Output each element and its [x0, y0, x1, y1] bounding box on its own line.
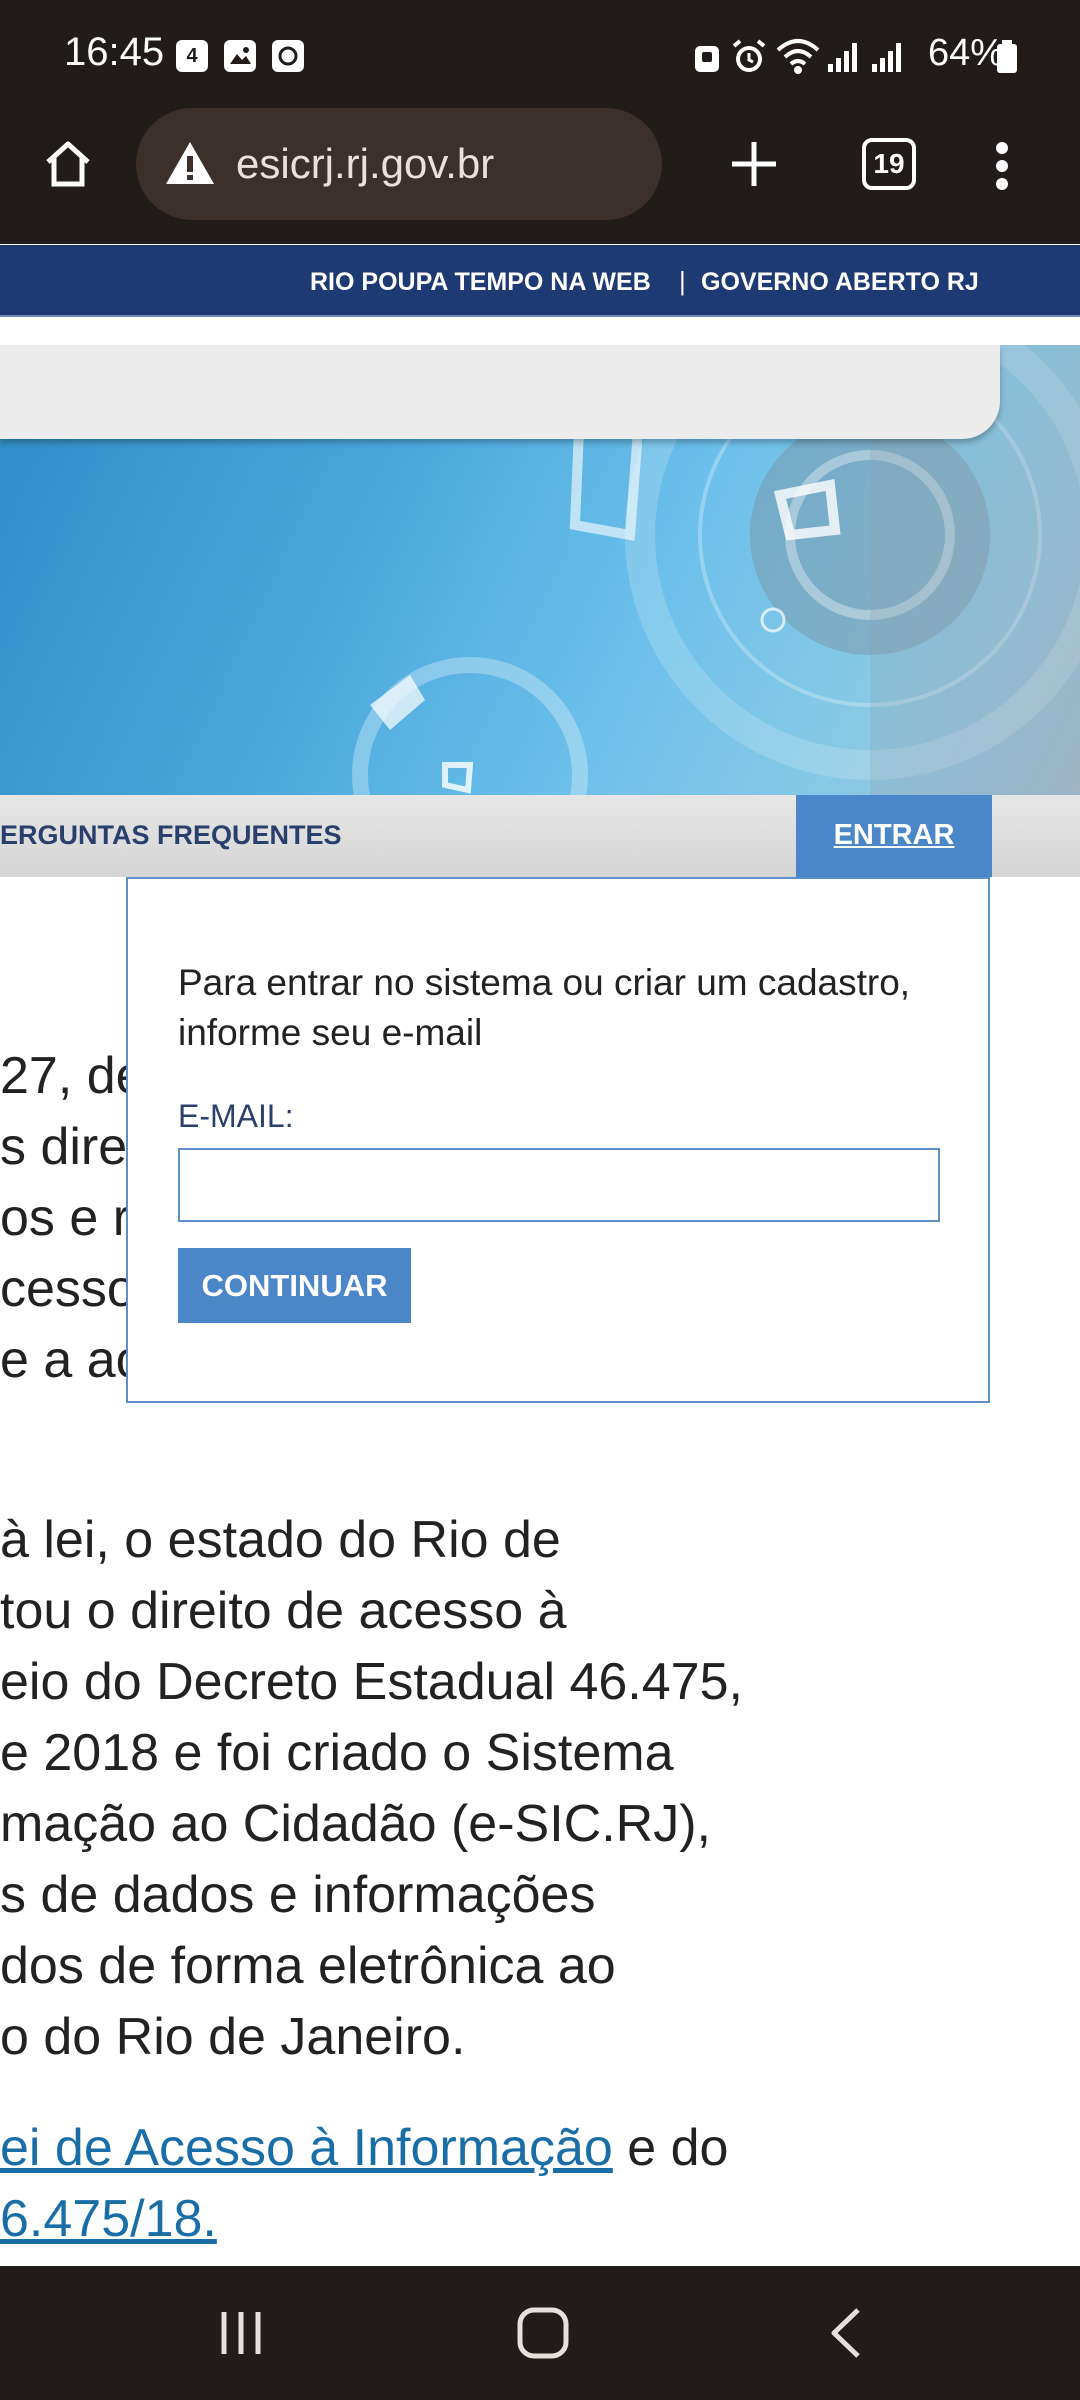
plus-icon[interactable] — [728, 138, 780, 195]
body-text-line: 6.475/18. — [0, 2189, 217, 2249]
signal-icon — [826, 40, 860, 79]
top-links-divider: | — [679, 266, 686, 296]
tabs-icon[interactable]: 19 — [862, 138, 916, 190]
home-nav-icon[interactable] — [516, 2306, 570, 2365]
status-bar: 16:45 4 64% — [0, 0, 1080, 112]
wifi-icon — [776, 36, 820, 81]
decree-link[interactable]: 6.475/18. — [0, 2190, 217, 2248]
body-text-line: cesso — [0, 1260, 136, 1318]
url-text[interactable]: esicrj.rj.gov.br — [236, 140, 494, 188]
alarm-icon — [730, 38, 768, 81]
body-text-line: ei de Acesso à Informação e do — [0, 2118, 728, 2178]
body-text-line: s dire — [0, 1118, 128, 1176]
body-text-line: e 2018 e foi criado o Sistema — [0, 1724, 674, 1782]
login-message: Para entrar no sistema ou criar um cadas… — [178, 962, 911, 1053]
body-text-line: mação ao Cidadão (e-SIC.RJ), — [0, 1795, 711, 1853]
body-text-line: 27, de — [0, 1047, 145, 1105]
gallery-icon — [224, 40, 256, 72]
clock-app-icon — [272, 40, 304, 72]
body-text-line: e a ac — [0, 1331, 142, 1389]
warning-icon[interactable] — [164, 140, 216, 191]
nav-faq-link[interactable]: ERGUNTAS FREQUENTES — [0, 820, 342, 851]
lai-link[interactable]: ei de Acesso à Informação — [0, 2119, 613, 2177]
battery-icon — [996, 40, 1018, 79]
link-line-suffix: e do — [612, 2119, 729, 2177]
battery-percent: 64% — [927, 32, 1004, 74]
email-input[interactable] — [178, 1148, 940, 1222]
rio-poupa-tempo-link[interactable]: RIO POUPA TEMPO NA WEB — [310, 268, 651, 297]
recent-apps-icon[interactable] — [216, 2308, 266, 2363]
nav-enter-label: ENTRAR — [833, 819, 955, 851]
email-label: E-MAIL: — [178, 1098, 294, 1134]
calendar-4-icon: 4 — [176, 40, 208, 72]
search-panel — [0, 345, 1000, 439]
lock-icon — [692, 40, 722, 79]
body-text-line: o do Rio de Janeiro. — [0, 2008, 466, 2066]
body-text-line: s de dados e informações — [0, 1866, 596, 1924]
status-time: 16:45 — [64, 30, 165, 74]
login-popup — [126, 877, 990, 1403]
body-text-line: à lei, o estado do Rio de — [0, 1511, 561, 1569]
more-vert-icon[interactable] — [992, 140, 1012, 197]
body-text-line: dos de forma eletrônica ao — [0, 1937, 616, 1995]
nav-enter-button[interactable]: ENTRAR — [796, 795, 992, 877]
governo-aberto-link[interactable]: GOVERNO ABERTO RJ — [701, 268, 979, 297]
body-text-line: tou o direito de acesso à — [0, 1582, 567, 1640]
signal-icon — [870, 40, 904, 79]
home-icon[interactable] — [40, 136, 96, 197]
continue-button[interactable]: CONTINUAR — [178, 1248, 411, 1323]
body-text-line: eio do Decreto Estadual 46.475, — [0, 1653, 743, 1711]
back-icon[interactable] — [826, 2306, 866, 2365]
